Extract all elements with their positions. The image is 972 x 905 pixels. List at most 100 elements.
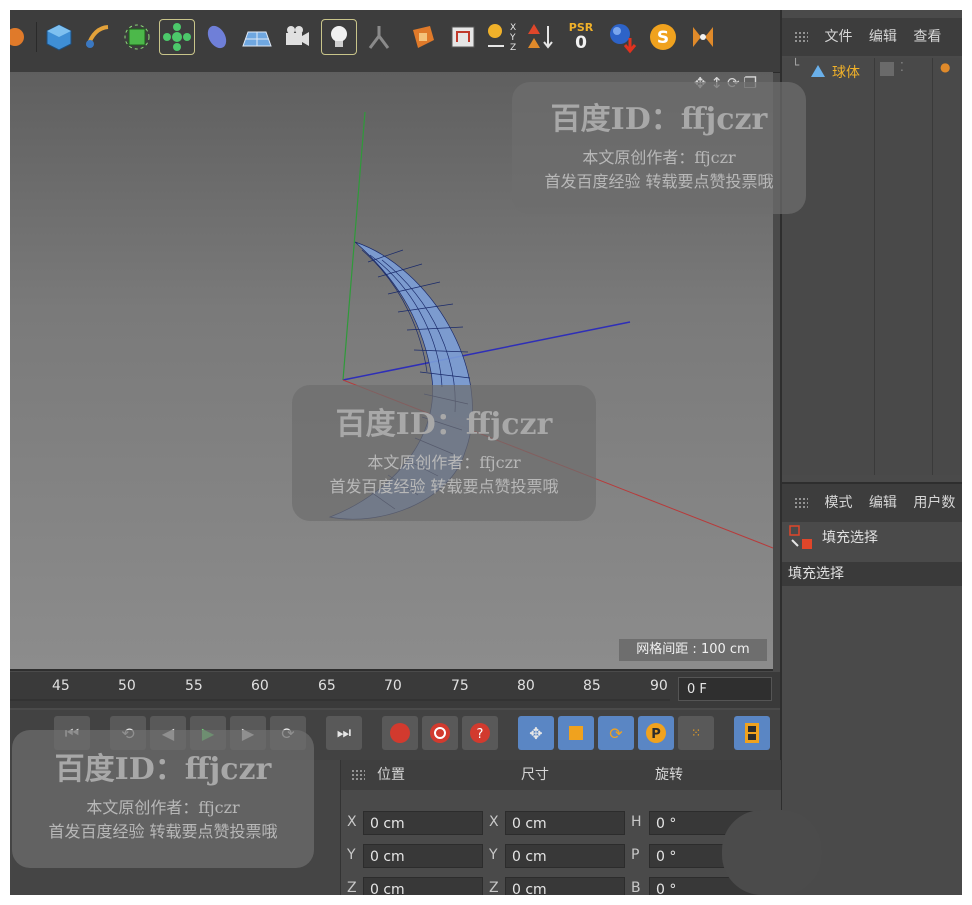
size-x-field[interactable]: 0 cm xyxy=(505,811,625,835)
tick-label: 45 xyxy=(52,678,70,694)
tool-name: 填充选择 xyxy=(822,530,878,546)
position-axis-label: Z xyxy=(347,880,357,895)
watermark: 百度ID：ffjczr 本文原创作者：ffjczr 首发百度经验 转载要点赞投票… xyxy=(292,385,596,521)
rotation-axis-label: P xyxy=(631,847,640,863)
watermark-line3: 首发百度经验 转载要点赞投票哦 xyxy=(48,822,278,841)
tick-label: 60 xyxy=(251,678,269,694)
tick-label: 80 xyxy=(517,678,535,694)
overlay-blob xyxy=(722,810,822,895)
size-axis-label: Y xyxy=(489,847,498,863)
psr-value: 0 xyxy=(575,33,587,53)
key-scale-button[interactable] xyxy=(558,716,594,750)
light-icon[interactable] xyxy=(321,19,357,55)
tick-label: 85 xyxy=(583,678,601,694)
position-axis-label: X xyxy=(347,814,357,830)
pen-icon[interactable] xyxy=(80,20,114,54)
tool-header: 填充选择 xyxy=(782,522,962,556)
object-row-sphere[interactable]: └ 球体 ⁚ ● xyxy=(782,58,962,84)
size-axis-label: Z xyxy=(489,880,499,895)
rotation-axis-label: B xyxy=(631,880,641,895)
subdivision-icon[interactable] xyxy=(120,20,154,54)
watermark-line2: 本文原创作者：ffjczr xyxy=(367,453,521,472)
size-axis-label: X xyxy=(489,814,499,830)
key-rotation-button[interactable]: ⟳ xyxy=(598,716,634,750)
section-title[interactable]: 填充选择 xyxy=(782,562,962,586)
menu-edit-attr[interactable]: 编辑 xyxy=(869,495,897,511)
size-y-field[interactable]: 0 cm xyxy=(505,844,625,868)
tick-label: 55 xyxy=(185,678,203,694)
current-frame-field[interactable]: 0 F xyxy=(678,677,772,701)
svg-text:X: X xyxy=(510,23,516,33)
undo-icon[interactable] xyxy=(10,20,32,54)
svg-text:S: S xyxy=(657,28,669,48)
svg-text:P: P xyxy=(651,727,661,742)
snap-icon[interactable]: S xyxy=(646,20,680,54)
svg-text:?: ? xyxy=(477,727,484,742)
menu-mode[interactable]: 模式 xyxy=(824,495,852,511)
main-toolbar: X Y Z PSR 0 S xyxy=(10,10,780,73)
render-settings-icon[interactable] xyxy=(446,20,480,54)
key-param-button[interactable]: P xyxy=(638,716,674,750)
key-position-button[interactable]: ✥ xyxy=(518,716,554,750)
xyz-axis-icon[interactable]: X Y Z xyxy=(484,20,518,54)
render-icon[interactable] xyxy=(406,20,440,54)
object-manager-menu: 文件 编辑 查看 xyxy=(782,18,962,56)
tag-icon[interactable]: ● xyxy=(940,60,950,74)
coordinates-header: 位置 尺寸 旋转 xyxy=(341,760,781,790)
floor-icon[interactable] xyxy=(240,20,274,54)
panel-grip-icon[interactable] xyxy=(794,497,808,509)
tick-label: 70 xyxy=(384,678,402,694)
sphere-object-icon xyxy=(811,65,825,77)
character-icon[interactable] xyxy=(362,20,396,54)
symmetry-icon[interactable] xyxy=(686,20,720,54)
cloner-icon[interactable] xyxy=(159,19,195,55)
header-position: 位置 xyxy=(377,767,405,783)
go-to-end-button[interactable]: ⏭ xyxy=(326,716,362,750)
right-panel: 文件 编辑 查看 └ 球体 ⁚ ● 模式 编辑 用户数 填充选择 填充选择 xyxy=(780,10,962,895)
column-divider xyxy=(874,58,875,475)
panel-grip-icon[interactable] xyxy=(794,31,808,43)
watermark: 百度ID：ffjczr 本文原创作者：ffjczr 首发百度经验 转载要点赞投票… xyxy=(12,730,314,868)
tree-branch-icon: └ xyxy=(792,58,800,72)
watermark-line3: 首发百度经验 转载要点赞投票哦 xyxy=(329,477,559,496)
watermark: 百度ID：ffjczr 本文原创作者：ffjczr 首发百度经验 转载要点赞投票… xyxy=(512,82,806,214)
grid-spacing-badge: 网格间距 : 100 cm xyxy=(619,639,767,661)
position-y-field[interactable]: 0 cm xyxy=(363,844,483,868)
timeline-window-button[interactable] xyxy=(734,716,770,750)
visibility-dots-icon[interactable]: ⁚ xyxy=(900,60,904,74)
record-key-button[interactable] xyxy=(382,716,418,750)
object-name[interactable]: 球体 xyxy=(832,62,860,82)
tick-label: 50 xyxy=(118,678,136,694)
object-list xyxy=(782,58,962,475)
svg-text:Y: Y xyxy=(509,33,516,43)
menu-user-data[interactable]: 用户数 xyxy=(913,495,955,511)
auto-key-button[interactable] xyxy=(422,716,458,750)
transform-icon[interactable] xyxy=(524,20,558,54)
menu-view[interactable]: 查看 xyxy=(913,29,941,45)
watermark-title: 百度ID：ffjczr xyxy=(54,752,272,787)
fill-selection-icon xyxy=(789,525,812,549)
toolbar-separator xyxy=(36,22,37,52)
cube-icon[interactable] xyxy=(42,20,76,54)
tick-label: 65 xyxy=(318,678,336,694)
coordinates-manager: 位置 尺寸 旋转 X 0 cm Y 0 cm Z 0 cm X 0 cm Y 0… xyxy=(340,760,781,895)
psr-icon[interactable]: PSR 0 xyxy=(564,20,598,54)
watermark-line2: 本文原创作者：ffjczr xyxy=(86,798,240,817)
z-axis-line xyxy=(342,321,631,381)
position-axis-label: Y xyxy=(347,847,356,863)
position-z-field[interactable]: 0 cm xyxy=(363,877,483,895)
sphere-icon[interactable] xyxy=(606,20,640,54)
menu-edit[interactable]: 编辑 xyxy=(869,29,897,45)
position-x-field[interactable]: 0 cm xyxy=(363,811,483,835)
size-z-field[interactable]: 0 cm xyxy=(505,877,625,895)
key-point-level-button[interactable]: ⁙ xyxy=(678,716,714,750)
layer-icon[interactable] xyxy=(880,62,894,76)
keyframe-selection-button[interactable]: ? xyxy=(462,716,498,750)
deformer-icon[interactable] xyxy=(200,20,234,54)
menu-file[interactable]: 文件 xyxy=(824,29,852,45)
timeline-ruler[interactable]: 45 50 55 60 65 70 75 80 85 90 0 F xyxy=(10,672,780,708)
watermark-line3: 首发百度经验 转载要点赞投票哦 xyxy=(544,172,774,191)
panel-grip-icon[interactable] xyxy=(351,769,365,781)
svg-text:Z: Z xyxy=(510,43,516,53)
camera-icon[interactable] xyxy=(280,20,314,54)
